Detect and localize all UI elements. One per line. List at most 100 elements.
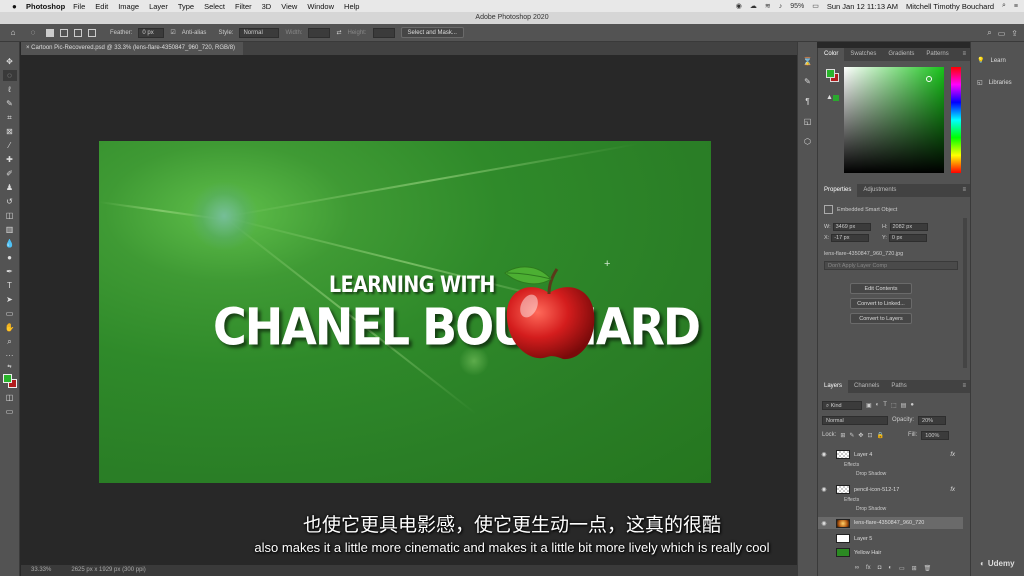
tab-adjustments[interactable]: Adjustments (857, 184, 902, 197)
blend-mode-select[interactable]: Normal (822, 415, 888, 425)
subtract-selection-icon[interactable] (74, 28, 82, 37)
visibility-eye-icon[interactable]: ◉ (818, 451, 830, 458)
w-field[interactable]: 3469 px (832, 223, 871, 231)
menu-view[interactable]: View (281, 2, 297, 11)
lock-position-icon[interactable]: ✥ (858, 432, 863, 439)
layer-name[interactable]: Layer 4 (854, 452, 872, 458)
tab-channels[interactable]: Channels (848, 380, 885, 393)
layer-effects-label[interactable]: Effects (844, 497, 859, 503)
height-input[interactable] (372, 27, 395, 38)
y-field[interactable]: 0 px (888, 234, 927, 242)
properties-scrollbar[interactable] (963, 218, 967, 368)
foreground-color-swatch[interactable] (826, 69, 835, 78)
document-image[interactable]: LEARNING WITH CHANEL BOUCHARD + (99, 141, 711, 483)
app-menu-photoshop[interactable]: Photoshop (26, 2, 65, 11)
tab-patterns[interactable]: Patterns (920, 48, 954, 61)
quick-select-tool-icon[interactable]: ✎ (3, 98, 17, 109)
filter-toggle-icon[interactable]: ● (910, 402, 914, 408)
intersect-selection-icon[interactable] (88, 28, 96, 37)
history-brush-icon[interactable]: ↺ (3, 196, 17, 207)
layer-effects-label[interactable]: Effects (844, 462, 859, 468)
tab-paths[interactable]: Paths (885, 380, 912, 393)
more-tools-icon[interactable]: ··· (3, 350, 17, 361)
quick-mask-icon[interactable]: ◫ (3, 392, 17, 403)
menu-file[interactable]: File (73, 2, 85, 11)
marquee-tool-icon[interactable]: ◌ (2, 70, 17, 81)
eraser-tool-icon[interactable]: ◫ (3, 210, 17, 221)
user-name[interactable]: Mitchell Timothy Bouchard (906, 2, 994, 11)
width-input[interactable] (308, 27, 331, 38)
filter-type-icon[interactable]: T (883, 402, 887, 408)
cloud-icon[interactable]: ☁ (750, 2, 757, 10)
marquee-preset-icon[interactable]: ◌ (26, 27, 40, 38)
history-icon[interactable]: ⌛ (802, 56, 814, 68)
blur-tool-icon[interactable]: 💧 (3, 238, 17, 249)
home-icon[interactable]: ⌂ (6, 27, 20, 38)
menu-image[interactable]: Image (118, 2, 139, 11)
antialias-checkbox[interactable]: ☑ (170, 29, 175, 36)
clock[interactable]: Sun Jan 12 11:13 AM (827, 2, 898, 11)
menu-list-icon[interactable]: ≡ (1014, 3, 1018, 10)
gradient-tool-icon[interactable]: ▥ (3, 224, 17, 235)
filter-smart-icon[interactable]: ▤ (901, 402, 907, 409)
learn-item[interactable]: 💡 Learn (977, 57, 1006, 65)
hue-slider[interactable] (951, 67, 961, 173)
volume-icon[interactable]: ♪ (779, 3, 783, 10)
dodge-tool-icon[interactable]: ● (3, 252, 17, 263)
menu-select[interactable]: Select (204, 2, 225, 11)
menu-filter[interactable]: Filter (235, 2, 252, 11)
libraries-panel-icon[interactable]: ◱ (802, 116, 814, 128)
spotlight-icon[interactable]: ⌕ (1002, 2, 1006, 10)
tab-properties[interactable]: Properties (818, 184, 858, 197)
type-tool-icon[interactable]: T (3, 280, 17, 291)
lock-artboard-icon[interactable]: ⊡ (867, 432, 872, 439)
filter-pixel-icon[interactable]: ▣ (866, 402, 872, 409)
opacity-input[interactable]: 20% (918, 415, 947, 425)
eyedropper-tool-icon[interactable]: ⁄ (3, 140, 17, 151)
color-field[interactable] (844, 67, 944, 173)
new-layer-icon[interactable]: ⊞ (912, 565, 917, 576)
h-field[interactable]: 2082 px (889, 223, 928, 231)
adjustment-layer-icon[interactable]: ◐ (888, 565, 892, 576)
layer-row[interactable]: ◉ Layer 4 fx (818, 450, 963, 459)
share-icon[interactable]: ⇪ (1011, 29, 1018, 38)
convert-to-layers-button[interactable]: Convert to Layers (850, 313, 912, 324)
menu-edit[interactable]: Edit (95, 2, 108, 11)
filter-kind-select[interactable]: ⌕ Kind (822, 400, 862, 410)
swap-icon[interactable]: ⇄ (336, 29, 341, 36)
record-icon[interactable]: ◉ (736, 2, 742, 10)
gamut-color-swatch[interactable] (833, 95, 839, 101)
apple-menu-icon[interactable]: ● (12, 2, 22, 11)
color-swatches[interactable] (2, 373, 18, 389)
add-selection-icon[interactable] (60, 28, 68, 37)
fill-input[interactable]: 100% (921, 430, 950, 440)
gamut-warning-icon[interactable]: ▲ (826, 94, 833, 101)
panel-menu-icon[interactable]: ≡ (962, 184, 970, 197)
battery-percent[interactable]: 95% (790, 3, 804, 10)
foreground-color-swatch[interactable] (2, 374, 12, 383)
adjust-icon[interactable]: ¶ (802, 96, 814, 108)
path-select-tool-icon[interactable]: ➤ (3, 294, 17, 305)
style-select[interactable]: Normal (239, 27, 280, 38)
canvas-area[interactable]: LEARNING WITH CHANEL BOUCHARD + (21, 55, 815, 565)
workspace-icon[interactable]: ▭ (998, 29, 1006, 38)
menu-type[interactable]: Type (178, 2, 194, 11)
zoom-level[interactable]: 33.33% (31, 565, 51, 576)
menu-3d[interactable]: 3D (262, 2, 272, 11)
tab-swatches[interactable]: Swatches (844, 48, 882, 61)
layer-name[interactable]: pencil-icon-512-17 (854, 487, 899, 493)
3d-icon[interactable]: ⬡ (802, 136, 814, 148)
tab-gradients[interactable]: Gradients (882, 48, 920, 61)
layer-row[interactable]: ◉ pencil-icon-512-17 fx (818, 485, 963, 494)
layer-comp-select[interactable]: Don't Apply Layer Comp (824, 261, 958, 270)
frame-tool-icon[interactable]: ⊠ (3, 126, 17, 137)
hand-tool-icon[interactable]: ✋ (3, 322, 17, 333)
lasso-tool-icon[interactable]: ℓ (3, 84, 17, 95)
convert-to-linked-button[interactable]: Convert to Linked... (850, 298, 912, 309)
panel-menu-icon[interactable]: ≡ (962, 380, 970, 393)
swap-colors-icon[interactable]: ⇆ (3, 364, 17, 370)
tab-color[interactable]: Color (818, 48, 845, 61)
select-and-mask-button[interactable]: Select and Mask... (400, 27, 464, 38)
fx-icon[interactable]: fx (950, 452, 955, 458)
stamp-tool-icon[interactable]: ♟ (3, 182, 17, 193)
